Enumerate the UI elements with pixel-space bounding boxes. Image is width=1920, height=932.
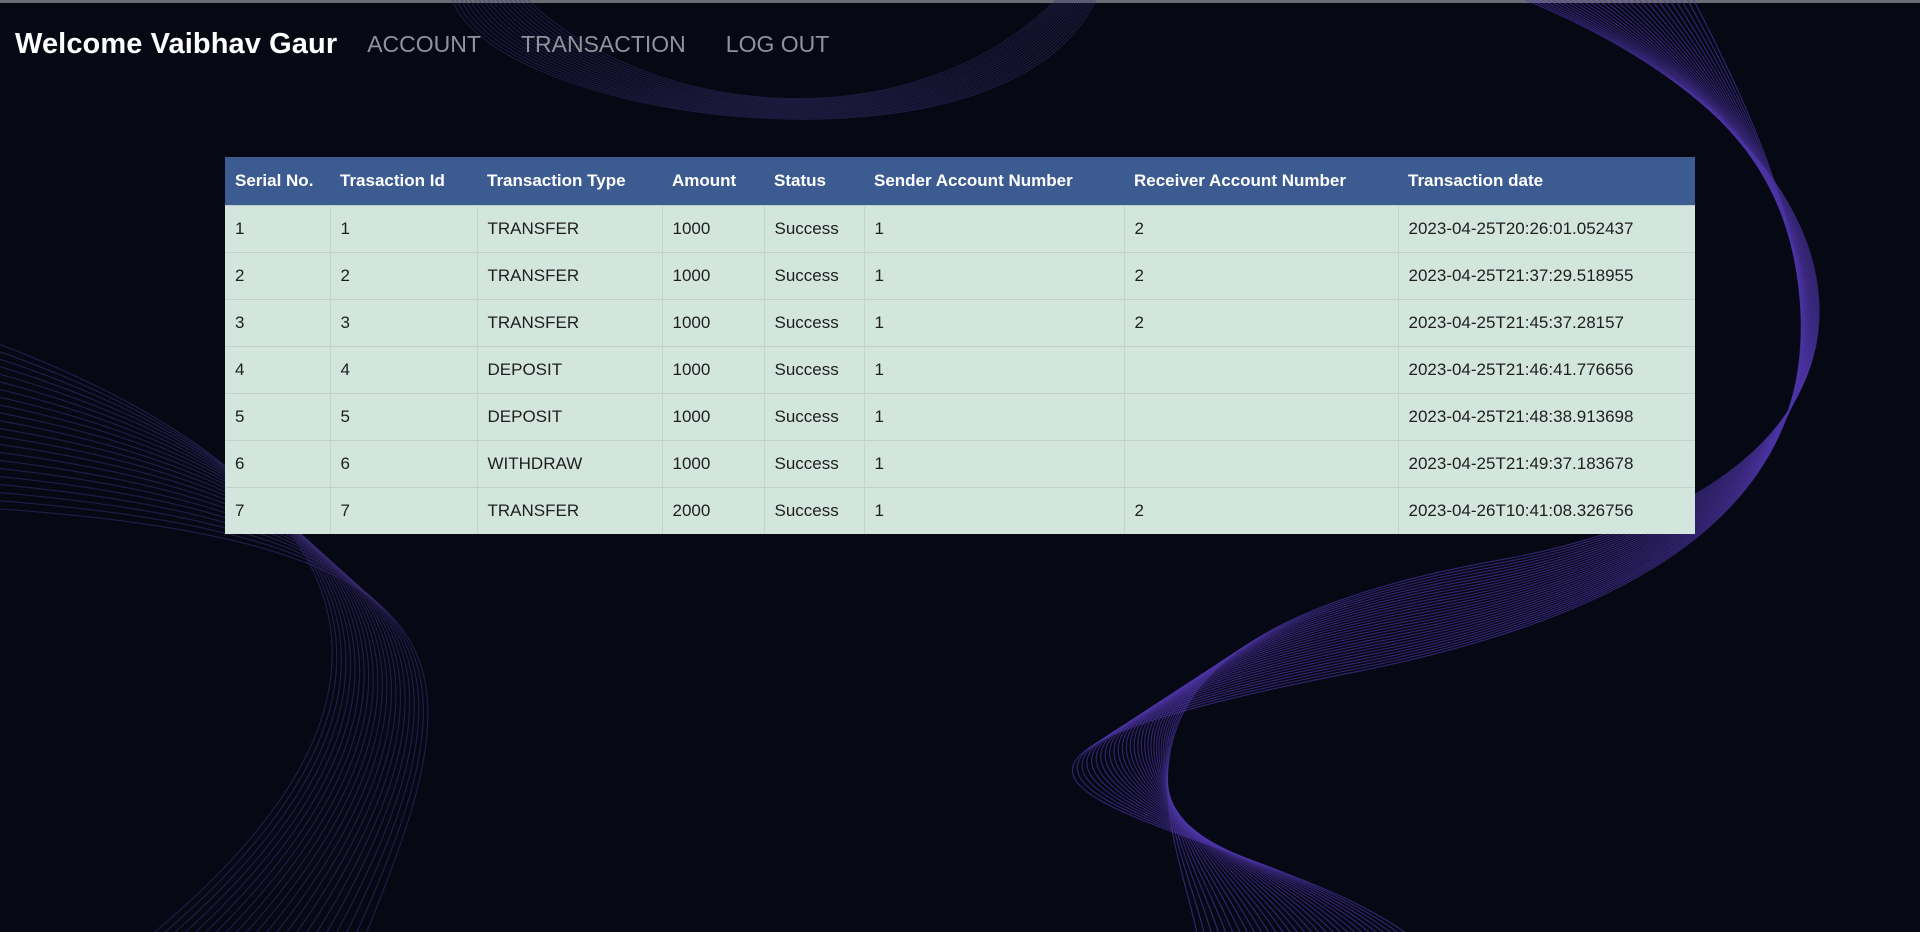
cell-transaction-date: 2023-04-26T10:41:08.326756	[1397, 487, 1695, 534]
cell-serial-no: 7	[235, 500, 245, 520]
cell-sender-account: 1	[863, 299, 1124, 346]
transactions-table-container: Serial No. Trasaction Id Transaction Typ…	[225, 157, 1695, 534]
cell-amount: 1000	[661, 299, 764, 346]
cell-sender-account: 1	[863, 346, 1124, 393]
cell-receiver-account	[1123, 393, 1398, 440]
table-row: 4 4 DEPOSIT 1000 Success 1 2023-04-25T21…	[225, 346, 1695, 393]
cell-amount: 1000	[661, 393, 764, 440]
cell-amount: 2000	[661, 487, 764, 534]
cell-status: Success	[763, 252, 864, 299]
header-sender-account: Sender Account Number	[874, 170, 1073, 190]
cell-serial-no: 2	[235, 265, 245, 285]
table-row: 6 6 WITHDRAW 1000 Success 1 2023-04-25T2…	[225, 440, 1695, 487]
cell-status: Success	[763, 346, 864, 393]
welcome-brand: Welcome Vaibhav Gaur	[15, 27, 338, 60]
cell-status: Success	[763, 393, 864, 440]
cell-transaction-id: 7	[329, 487, 477, 534]
header-serial-no: Serial No.	[235, 170, 314, 190]
table-row: 5 5 DEPOSIT 1000 Success 1 2023-04-25T21…	[225, 393, 1695, 440]
cell-sender-account: 1	[863, 393, 1124, 440]
cell-transaction-type: TRANSFER	[476, 205, 662, 252]
header-amount: Amount	[672, 170, 737, 190]
header-transaction-id: Trasaction Id	[340, 170, 445, 190]
cell-receiver-account: 2	[1123, 487, 1398, 534]
cell-amount: 1000	[661, 252, 764, 299]
cell-transaction-id: 2	[329, 252, 477, 299]
cell-transaction-type: TRANSFER	[476, 252, 662, 299]
table-row: 3 3 TRANSFER 1000 Success 1 2 2023-04-25…	[225, 299, 1695, 346]
cell-amount: 1000	[661, 346, 764, 393]
cell-transaction-type: DEPOSIT	[476, 346, 662, 393]
cell-sender-account: 1	[863, 487, 1124, 534]
table-row: 7 7 TRANSFER 2000 Success 1 2 2023-04-26…	[225, 487, 1695, 534]
transactions-table: Serial No. Trasaction Id Transaction Typ…	[225, 157, 1695, 534]
cell-transaction-date: 2023-04-25T21:45:37.28157	[1397, 299, 1695, 346]
cell-amount: 1000	[661, 440, 764, 487]
cell-transaction-id: 6	[329, 440, 477, 487]
cell-transaction-date: 2023-04-25T21:46:41.776656	[1397, 346, 1695, 393]
nav-link-transaction[interactable]: TRANSACTION	[521, 31, 686, 58]
cell-transaction-type: TRANSFER	[476, 487, 662, 534]
cell-receiver-account	[1123, 346, 1398, 393]
cell-amount: 1000	[661, 205, 764, 252]
top-navbar: Welcome Vaibhav Gaur ACCOUNT TRANSACTION…	[15, 24, 869, 64]
cell-transaction-type: WITHDRAW	[476, 440, 662, 487]
cell-status: Success	[763, 299, 864, 346]
table-row: 1 1 TRANSFER 1000 Success 1 2 2023-04-25…	[225, 205, 1695, 252]
cell-receiver-account: 2	[1123, 299, 1398, 346]
cell-transaction-date: 2023-04-25T21:37:29.518955	[1397, 252, 1695, 299]
cell-transaction-date: 2023-04-25T21:48:38.913698	[1397, 393, 1695, 440]
cell-transaction-id: 4	[329, 346, 477, 393]
cell-sender-account: 1	[863, 205, 1124, 252]
header-transaction-date: Transaction date	[1408, 170, 1544, 190]
header-transaction-type: Transaction Type	[487, 170, 626, 190]
cell-status: Success	[763, 487, 864, 534]
cell-transaction-type: TRANSFER	[476, 299, 662, 346]
cell-transaction-date: 2023-04-25T20:26:01.052437	[1397, 205, 1695, 252]
cell-receiver-account: 2	[1123, 205, 1398, 252]
header-status: Status	[774, 170, 826, 190]
header-receiver-account: Receiver Account Number	[1134, 170, 1346, 190]
cell-sender-account: 1	[863, 252, 1124, 299]
cell-status: Success	[763, 205, 864, 252]
cell-serial-no: 4	[235, 359, 245, 379]
cell-transaction-date: 2023-04-25T21:49:37.183678	[1397, 440, 1695, 487]
cell-status: Success	[763, 440, 864, 487]
cell-transaction-type: DEPOSIT	[476, 393, 662, 440]
table-header-row: Serial No. Trasaction Id Transaction Typ…	[225, 157, 1695, 205]
cell-receiver-account	[1123, 440, 1398, 487]
cell-serial-no: 1	[235, 218, 245, 238]
nav-link-account[interactable]: ACCOUNT	[367, 31, 481, 58]
nav-link-logout[interactable]: LOG OUT	[726, 31, 830, 58]
cell-receiver-account: 2	[1123, 252, 1398, 299]
table-row: 2 2 TRANSFER 1000 Success 1 2 2023-04-25…	[225, 252, 1695, 299]
cell-transaction-id: 3	[329, 299, 477, 346]
cell-sender-account: 1	[863, 440, 1124, 487]
cell-serial-no: 6	[235, 453, 245, 473]
cell-transaction-id: 5	[329, 393, 477, 440]
cell-transaction-id: 1	[329, 205, 477, 252]
cell-serial-no: 5	[235, 406, 245, 426]
cell-serial-no: 3	[235, 312, 245, 332]
